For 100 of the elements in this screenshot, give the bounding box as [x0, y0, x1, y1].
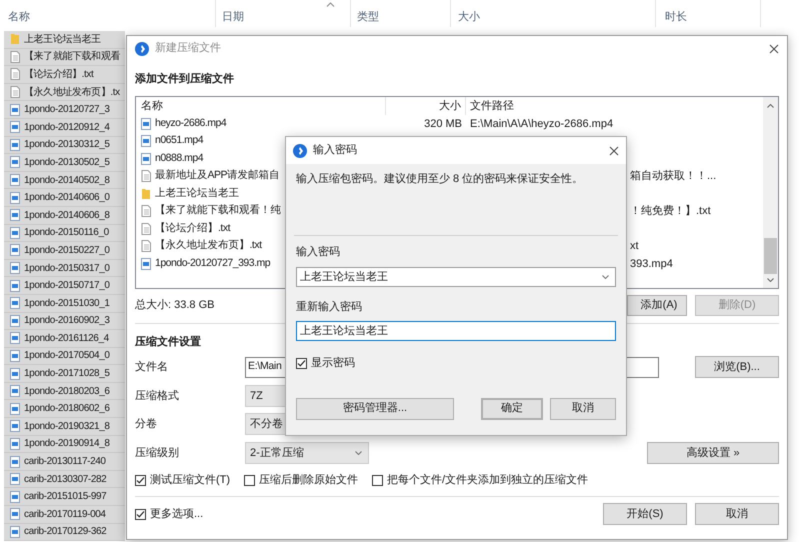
- password-manager-button[interactable]: 密码管理器...: [296, 398, 454, 420]
- file-name[interactable]: heyzo-2686.mp4: [155, 116, 226, 132]
- file-row[interactable]: 1pondo-20140502_8: [4, 172, 125, 190]
- file-name[interactable]: 【来了就能下载和观看！纯: [155, 203, 281, 220]
- video-file-icon: [10, 350, 20, 362]
- checkbox[interactable]: [372, 474, 384, 486]
- file-name[interactable]: n0888.mp4: [155, 150, 204, 167]
- checkbox[interactable]: [135, 474, 146, 486]
- video-file-icon: [10, 121, 20, 134]
- document-icon: [141, 240, 151, 252]
- dropdown[interactable]: 2-正常压缩: [245, 442, 369, 464]
- file-row[interactable]: 1pondo-20130312_5: [4, 136, 125, 154]
- checkbox-label[interactable]: 显示密码: [311, 355, 355, 372]
- video-file-icon: [10, 385, 20, 398]
- video-file-icon: [10, 192, 20, 204]
- column-header[interactable]: 名称: [136, 97, 386, 115]
- scroll-thumb[interactable]: [764, 238, 777, 274]
- file-row[interactable]: 1pondo-20190914_8: [4, 436, 125, 454]
- file-row[interactable]: carib-20151015-997: [4, 488, 125, 506]
- file-row[interactable]: 1pondo-20140606_8: [4, 206, 125, 225]
- scroll-up-icon: [767, 104, 774, 108]
- file-row[interactable]: 1pondo-20190321_8: [4, 418, 125, 436]
- file-row[interactable]: 1pondo-20150227_0: [4, 242, 125, 260]
- video-file-icon: [10, 262, 20, 274]
- video-file-icon: [10, 456, 20, 468]
- scrollbar[interactable]: [763, 97, 778, 288]
- file-row[interactable]: 【论坛介绍】.txt: [4, 66, 125, 84]
- chevron-down-icon: [355, 450, 362, 455]
- file-row[interactable]: carib-20130307-282: [4, 470, 125, 488]
- file-row[interactable]: 1pondo-20180203_6: [4, 382, 125, 400]
- password-combo-field[interactable]: 上老王论坛当老王: [296, 267, 616, 287]
- file-name[interactable]: 【永久地址发布页】.txt: [155, 238, 262, 254]
- file-row[interactable]: 上老王论坛当老王: [4, 31, 125, 49]
- file-row[interactable]: 【永久地址发布页】.tx: [4, 84, 125, 102]
- checkbox-label[interactable]: 压缩后删除原始文件: [259, 472, 358, 488]
- chevron-down-icon: [602, 275, 609, 279]
- column-header[interactable]: 大小: [458, 9, 480, 26]
- checkbox[interactable]: [244, 474, 256, 486]
- file-row[interactable]: 1pondo-20170504_0: [4, 348, 125, 366]
- video-file-icon: [10, 490, 20, 503]
- file-name[interactable]: 上老王论坛当老王: [155, 186, 239, 202]
- browse-button[interactable]: 浏览(B)...: [695, 356, 779, 378]
- field-label: 压缩格式: [135, 388, 180, 404]
- close-icon[interactable]: [609, 146, 619, 156]
- file-row[interactable]: 1pondo-20161126_4: [4, 330, 125, 348]
- column-header[interactable]: 大小: [386, 97, 466, 115]
- ok-button[interactable]: 确定: [481, 398, 543, 420]
- file-row[interactable]: carib-20130117-240: [4, 453, 125, 471]
- file-row[interactable]: 1pondo-20160902_3: [4, 312, 125, 330]
- file-row[interactable]: carib-20170129-362: [4, 524, 125, 542]
- start-button[interactable]: 开始(S): [603, 503, 687, 525]
- file-name[interactable]: 【论坛介绍】.txt: [155, 220, 230, 237]
- checkbox[interactable]: [296, 358, 307, 369]
- document-icon: [141, 205, 151, 218]
- document-icon: [10, 50, 20, 63]
- close-icon[interactable]: [769, 44, 779, 54]
- cancel-button[interactable]: 取消: [695, 503, 779, 525]
- dropdown[interactable]: 不分卷: [245, 413, 286, 436]
- document-icon: [10, 86, 20, 98]
- file-row[interactable]: 1pondo-20130502_5: [4, 154, 125, 172]
- file-row[interactable]: 1pondo-20120727_3: [4, 101, 125, 119]
- file-row[interactable]: 1pondo-20151030_1: [4, 294, 125, 312]
- document-icon: [141, 170, 151, 182]
- video-file-icon: [10, 226, 20, 239]
- video-file-icon: [141, 135, 151, 148]
- field-label: 文件名: [135, 360, 169, 375]
- field-label: 压缩级别: [135, 446, 180, 460]
- video-file-icon: [10, 138, 20, 151]
- file-row[interactable]: 1pondo-20120912_4: [4, 118, 125, 137]
- video-file-icon: [10, 438, 20, 450]
- file-row[interactable]: 1pondo-20150317_0: [4, 260, 125, 278]
- column-header[interactable]: 时长: [665, 9, 687, 26]
- password-confirm-field[interactable]: 上老王论坛当老王: [296, 321, 616, 341]
- column-header[interactable]: 日期: [222, 9, 244, 26]
- file-row[interactable]: 1pondo-20150116_0: [4, 224, 125, 242]
- file-row[interactable]: 1pondo-20180602_6: [4, 400, 125, 418]
- file-name[interactable]: 1pondo-20120727_393.mp: [155, 256, 270, 272]
- column-header[interactable]: 类型: [357, 9, 379, 26]
- file-name[interactable]: n0651.mp4: [155, 133, 204, 150]
- file-name[interactable]: 最新地址及APP请发邮箱自: [155, 168, 280, 184]
- add-button[interactable]: 添加(A): [627, 295, 687, 316]
- advanced-settings-button[interactable]: 高级设置 »: [647, 442, 779, 464]
- file-row[interactable]: carib-20170119-004: [4, 506, 125, 524]
- video-file-icon: [10, 420, 20, 432]
- file-path: 箱自动获取！！...: [630, 170, 716, 182]
- app-icon: [135, 42, 149, 56]
- file-row[interactable]: 1pondo-20150717_0: [4, 277, 125, 295]
- file-row[interactable]: 1pondo-20140606_0: [4, 189, 125, 207]
- file-row[interactable]: 【来了就能下载和观看: [4, 48, 125, 66]
- dropdown[interactable]: 7Z: [245, 384, 286, 407]
- column-header[interactable]: 名称: [8, 9, 30, 26]
- cancel-button[interactable]: 取消: [550, 398, 616, 420]
- file-row[interactable]: 1pondo-20171028_5: [4, 365, 125, 383]
- video-file-icon: [10, 473, 20, 486]
- file-path: xt: [630, 240, 639, 252]
- video-file-icon: [10, 209, 20, 222]
- checkbox-label[interactable]: 把每个文件/文件夹添加到独立的压缩文件: [387, 472, 588, 488]
- checkbox[interactable]: [135, 508, 146, 520]
- checkbox-label[interactable]: 测试压缩文件(T): [150, 472, 230, 488]
- checkbox-label[interactable]: 更多选项...: [150, 506, 204, 522]
